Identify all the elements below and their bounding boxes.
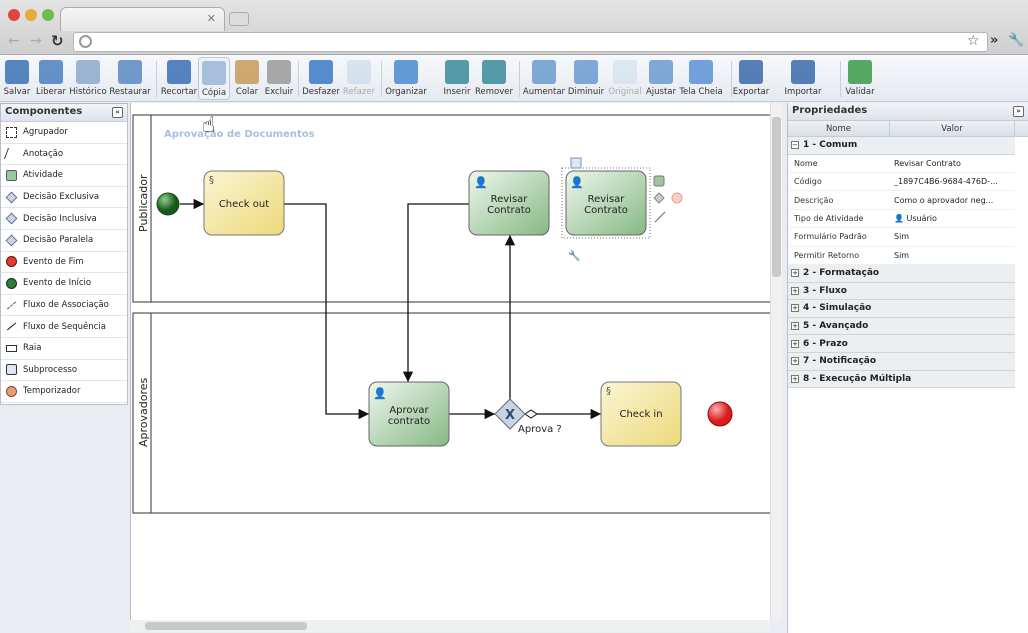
svg-text:contrato: contrato [388,416,430,427]
column-nome[interactable]: Nome [788,121,890,136]
svg-text:Check in: Check in [619,409,662,420]
property-name: Nome [794,158,818,168]
property-row[interactable]: Código _1897C4B6-9684-476D-... [788,173,1015,192]
expand-icon[interactable]: + [791,322,799,331]
column-valor[interactable]: Valor [890,121,1015,136]
expand-icon[interactable]: + [791,286,799,295]
gateway-label: Aprova ? [518,424,562,435]
start-event[interactable] [156,192,180,216]
property-value-text: _1897C4B6-9684-476D-... [894,177,998,187]
property-group[interactable]: +3 - Fluxo [788,282,1015,301]
properties-title: Propriedades [792,105,868,116]
property-row[interactable]: Tipo de Atividade 👤 Usuário [788,210,1015,229]
svg-text:Contrato: Contrato [584,205,628,216]
vertical-scroll-thumb[interactable] [772,117,781,277]
default-flow-marker [524,409,538,419]
properties-panel: Propriedades » Nome Valor −1 - Comum Nome… [787,103,1028,633]
property-value-text: Sim [894,232,910,242]
task-check-out[interactable]: § Check out [203,170,285,236]
end-event[interactable] [707,401,733,427]
properties-handle-icon[interactable] [570,157,582,169]
property-name: Permitir Retorno [794,250,860,260]
property-name: Formulário Padrão [794,232,867,242]
property-name: Tipo de Atividade [794,213,864,223]
horizontal-scroll-thumb[interactable] [145,622,307,630]
collapse-right-button[interactable]: » [1013,106,1024,117]
wrench-edit-icon[interactable]: 🔧 [568,249,580,262]
expand-icon[interactable]: + [791,339,799,348]
property-value[interactable]: 👤 Usuário [894,214,1015,223]
property-value[interactable]: Como o aprovador neg... [894,196,1015,205]
collapse-icon[interactable]: − [791,141,799,150]
expand-icon[interactable]: + [791,357,799,366]
property-group[interactable]: +2 - Formatação [788,264,1015,283]
property-group-label: 4 - Simulação [803,303,872,314]
svg-text:Aprovar: Aprovar [389,405,429,416]
vertical-scrollbar[interactable] [770,103,782,620]
svg-text:Revisar: Revisar [491,194,529,205]
property-value[interactable]: Sim [894,251,1015,260]
hand-cursor-icon: ☝ [202,113,215,138]
properties-column-header: Nome Valor [788,121,1028,137]
add-activity-icon[interactable] [653,175,665,187]
user-icon: 👤 [570,176,584,189]
lane-label-aprovadores: Aprovadores [137,377,150,447]
add-gateway-icon[interactable] [653,192,665,204]
property-group[interactable]: +4 - Simulação [788,300,1015,318]
script-icon: § [606,386,611,397]
svg-text:Check out: Check out [219,199,269,210]
property-group[interactable]: +5 - Avançado [788,317,1015,336]
property-value[interactable]: Sim [894,232,1015,241]
script-icon: § [209,175,214,186]
property-row[interactable]: Permitir Retorno Sim [788,247,1015,265]
user-icon: 👤 [373,387,387,400]
property-group-label: 1 - Comum [803,140,858,151]
property-group-label: 3 - Fluxo [803,285,847,296]
property-group[interactable]: +7 - Notificação [788,352,1015,371]
expand-icon[interactable]: + [791,374,799,383]
properties-header: Propriedades » [788,103,1028,121]
horizontal-scrollbar[interactable] [130,620,770,632]
property-group[interactable]: +6 - Prazo [788,335,1015,353]
task-revisar-contrato[interactable]: 👤 Revisar Contrato [468,170,550,236]
expand-icon[interactable]: + [791,269,799,278]
task-revisar-contrato-selected[interactable]: 👤 Revisar Contrato 🔧 [561,157,683,262]
property-group[interactable]: +8 - Execução Múltipla [788,370,1015,389]
property-name: Descrição [794,195,834,205]
flow-checkout-aprovar[interactable] [284,203,369,420]
property-group-label: 2 - Formatação [803,268,880,279]
property-group-label: 5 - Avançado [803,321,869,332]
add-end-event-icon[interactable] [671,192,683,204]
property-group[interactable]: −1 - Comum [788,137,1015,155]
svg-text:Revisar: Revisar [588,194,626,205]
x-icon: X [505,408,515,423]
user-icon: 👤 [474,176,488,189]
property-value[interactable]: Revisar Contrato [894,159,1015,168]
user-icon: 👤 [894,213,907,223]
task-aprovar-contrato[interactable]: 👤 Aprovar contrato [368,381,450,447]
property-value-text: Sim [894,250,910,260]
property-group-label: 6 - Prazo [803,338,848,349]
flow-revisar-aprovar[interactable] [402,203,469,382]
property-group-label: 7 - Notificação [803,356,877,367]
svg-text:Contrato: Contrato [487,205,531,216]
property-group-label: 8 - Execução Múltipla [803,373,912,384]
diagram-title: Aprovação de Documentos [164,129,315,140]
property-row[interactable]: Descrição Como o aprovador neg... [788,191,1015,210]
property-row[interactable]: Formulário Padrão Sim [788,228,1015,247]
property-value-text: Como o aprovador neg... [894,195,994,205]
task-check-in[interactable]: § Check in [600,381,682,447]
property-value-text: Revisar Contrato [894,158,961,168]
expand-icon[interactable]: + [791,304,799,313]
property-value[interactable]: _1897C4B6-9684-476D-... [894,177,1015,186]
lane-label-publicador: Publicador [137,174,150,232]
add-flow-icon[interactable] [654,211,666,223]
property-row[interactable]: Nome Revisar Contrato [788,155,1015,173]
property-name: Código [794,177,822,187]
property-value-text: Usuário [906,213,937,223]
